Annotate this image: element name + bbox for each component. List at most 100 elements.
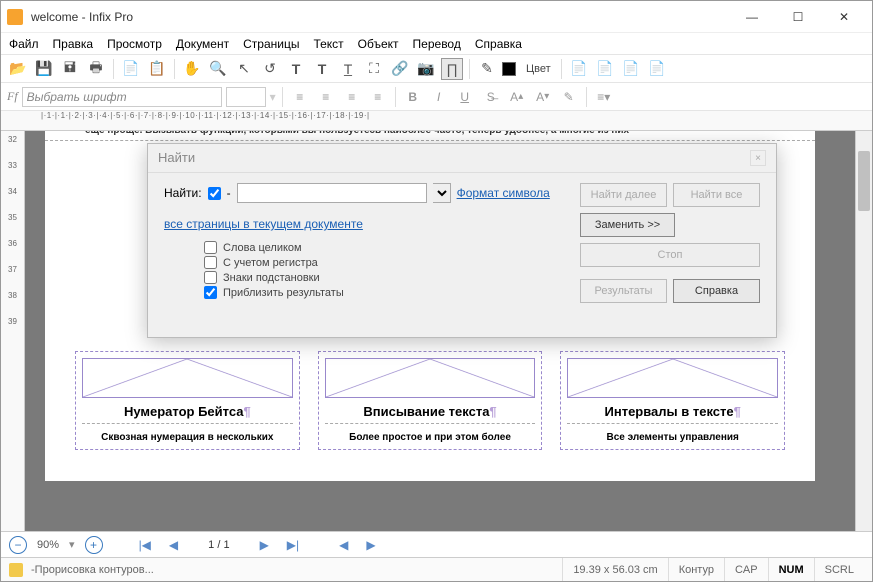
status-bar: - Прорисовка контуров... 19.39 x 56.03 c… xyxy=(1,557,872,581)
menu-text[interactable]: Текст xyxy=(313,37,343,51)
menu-file[interactable]: Файл xyxy=(9,37,39,51)
strike-icon[interactable]: S̶ xyxy=(480,87,502,107)
find-all-button[interactable]: Найти все xyxy=(673,183,760,207)
camera-icon[interactable]: 📷 xyxy=(415,58,437,80)
vertical-scrollbar[interactable] xyxy=(855,131,872,531)
save-all-icon[interactable]: 🖬 xyxy=(59,58,81,80)
titlebar: welcome - Infix Pro — ☐ ✕ xyxy=(1,1,872,33)
dialog-close-icon[interactable]: × xyxy=(750,150,766,166)
zoom-value[interactable]: 90% xyxy=(37,539,59,551)
scrl-indicator: SCRL xyxy=(814,558,864,581)
help-button[interactable]: Справка xyxy=(673,279,760,303)
lock-icon[interactable] xyxy=(9,563,23,577)
highlight-icon[interactable]: ✎ xyxy=(558,87,580,107)
menubar: Файл Правка Просмотр Документ Страницы Т… xyxy=(1,33,872,55)
text-tool-icon[interactable]: T xyxy=(285,58,307,80)
subscript-icon[interactable]: A▾ xyxy=(532,87,554,107)
document-viewport[interactable]: еще проще. Вызывать функции, которыми вы… xyxy=(25,131,855,531)
match-case-checkbox[interactable] xyxy=(204,256,217,269)
save-icon[interactable]: 💾 xyxy=(33,58,55,80)
align-left-icon[interactable]: ≡ xyxy=(289,87,311,107)
content-area: 32 33 34 35 36 37 38 39 еще проще. Вызыв… xyxy=(1,131,872,531)
replace-button[interactable]: Заменить >> xyxy=(580,213,675,237)
app-icon xyxy=(7,9,23,25)
italic-icon[interactable]: I xyxy=(428,87,450,107)
menu-pages[interactable]: Страницы xyxy=(243,37,299,51)
menu-edit[interactable]: Правка xyxy=(53,37,94,51)
zoom-icon[interactable]: 🔍 xyxy=(207,58,229,80)
char-format-link[interactable]: Формат символа xyxy=(457,186,550,200)
menu-document[interactable]: Документ xyxy=(176,37,229,51)
font-select[interactable]: Выбрать шрифт xyxy=(22,87,222,107)
find-dialog: Найти × Найти: - Формат символа все xyxy=(147,143,777,338)
wildcards-checkbox[interactable] xyxy=(204,271,217,284)
toolbar-format: Ff Выбрать шрифт ▾ ≡ ≡ ≡ ≡ B I U S̶ A▴ A… xyxy=(1,83,872,111)
font-size-input[interactable] xyxy=(226,87,266,107)
text-plus-icon[interactable]: T xyxy=(311,58,333,80)
menu-object[interactable]: Объект xyxy=(358,37,399,51)
forward-button[interactable]: ▶ xyxy=(362,538,379,552)
align-justify-icon[interactable]: ≡ xyxy=(367,87,389,107)
horizontal-ruler: |·1·|·1·|·2·|·3·|·4·|·5·|·6·|·7·|·8·|·9·… xyxy=(1,111,872,131)
doc-tool1-icon[interactable]: 📄 xyxy=(568,58,590,80)
crop-icon[interactable]: ⛶ xyxy=(363,58,385,80)
line-spacing-icon[interactable]: ≡▾ xyxy=(593,87,615,107)
find-enable-checkbox[interactable] xyxy=(208,187,221,200)
prev-page-button[interactable]: ◀ xyxy=(165,538,182,552)
stop-button[interactable]: Стоп xyxy=(580,243,760,267)
print-icon[interactable]: 🖶 xyxy=(85,58,107,80)
menu-translate[interactable]: Перевод xyxy=(413,37,461,51)
zoom-in-button[interactable]: + xyxy=(85,536,103,554)
doc-tool2-icon[interactable]: 📄 xyxy=(594,58,616,80)
pointer-icon[interactable]: ↖ xyxy=(233,58,255,80)
open-icon[interactable]: 📂 xyxy=(7,58,29,80)
find-input[interactable] xyxy=(237,183,427,203)
maximize-button[interactable]: ☐ xyxy=(776,3,820,31)
eyedropper-icon[interactable]: ✎ xyxy=(476,58,498,80)
num-indicator: NUM xyxy=(768,558,814,581)
app-window: welcome - Infix Pro — ☐ ✕ Файл Правка Пр… xyxy=(0,0,873,582)
doc-tool3-icon[interactable]: 📄 xyxy=(620,58,642,80)
close-button[interactable]: ✕ xyxy=(822,3,866,31)
find-next-button[interactable]: Найти далее xyxy=(580,183,667,207)
find-dropdown[interactable] xyxy=(433,183,451,203)
card-bates: Нумератор Бейтса¶ Сквозная нумерация в н… xyxy=(75,351,300,450)
scope-link[interactable]: все страницы в текущем документе xyxy=(164,217,363,231)
link-icon[interactable]: 🔗 xyxy=(389,58,411,80)
paste-icon[interactable]: 📋 xyxy=(146,58,168,80)
back-button[interactable]: ◀ xyxy=(335,538,352,552)
toolbar-main: 📂 💾 🖬 🖶 📄 📋 ✋ 🔍 ↖ ↺ T T T̲ ⛶ 🔗 📷 ∏ ✎ Цве… xyxy=(1,55,872,83)
find-label: Найти: xyxy=(164,186,202,200)
envelope-icon xyxy=(325,358,536,398)
next-page-button[interactable]: ▶ xyxy=(256,538,273,552)
page-indicator[interactable]: 1 / 1 xyxy=(192,539,245,551)
text-link-icon[interactable]: T̲ xyxy=(337,58,359,80)
copy-icon[interactable]: 📄 xyxy=(120,58,142,80)
pi-tool-icon[interactable]: ∏ xyxy=(441,58,463,80)
color-swatch[interactable] xyxy=(502,62,516,76)
color-label[interactable]: Цвет xyxy=(522,63,555,75)
first-page-button[interactable]: |◀ xyxy=(135,538,155,552)
card-fit-text: Вписывание текста¶ Более простое и при э… xyxy=(318,351,543,450)
menu-help[interactable]: Справка xyxy=(475,37,522,51)
menu-view[interactable]: Просмотр xyxy=(107,37,162,51)
superscript-icon[interactable]: A▴ xyxy=(506,87,528,107)
zoom-out-button[interactable]: − xyxy=(9,536,27,554)
hand-icon[interactable]: ✋ xyxy=(181,58,203,80)
whole-words-checkbox[interactable] xyxy=(204,241,217,254)
navigation-bar: − 90% ▾ + |◀ ◀ 1 / 1 ▶ ▶| ◀ ▶ xyxy=(1,531,872,557)
align-center-icon[interactable]: ≡ xyxy=(315,87,337,107)
zoom-results-checkbox[interactable] xyxy=(204,286,217,299)
bold-icon[interactable]: B xyxy=(402,87,424,107)
page-text-fragment: еще проще. Вызывать функции, которыми вы… xyxy=(45,131,815,141)
doc-tool4-icon[interactable]: 📄 xyxy=(646,58,668,80)
align-right-icon[interactable]: ≡ xyxy=(341,87,363,107)
coords-display: 19.39 x 56.03 cm xyxy=(562,558,667,581)
rotate-icon[interactable]: ↺ xyxy=(259,58,281,80)
underline-icon[interactable]: U xyxy=(454,87,476,107)
results-button[interactable]: Результаты xyxy=(580,279,667,303)
status-message: Прорисовка контуров... xyxy=(35,564,154,576)
last-page-button[interactable]: ▶| xyxy=(283,538,303,552)
window-title: welcome - Infix Pro xyxy=(31,10,730,24)
minimize-button[interactable]: — xyxy=(730,3,774,31)
